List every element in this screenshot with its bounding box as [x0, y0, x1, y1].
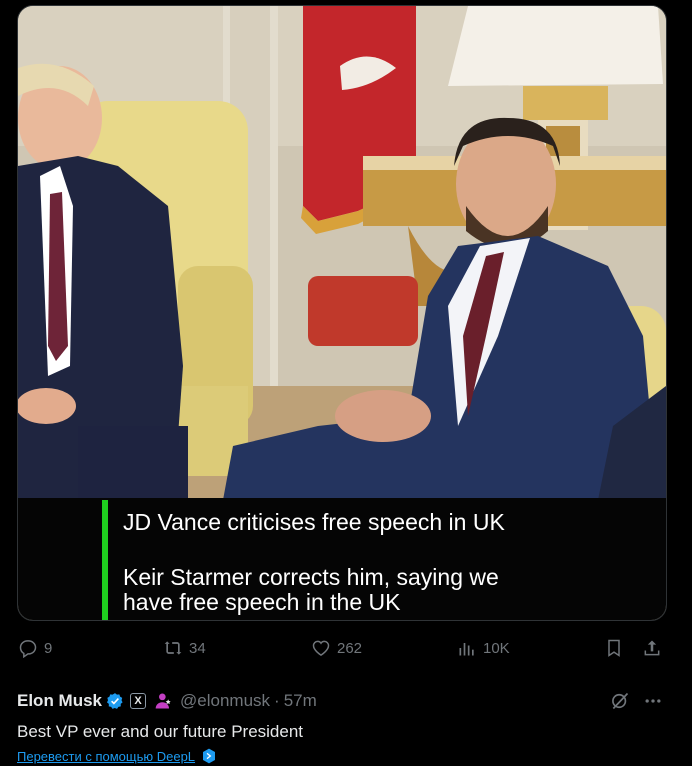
more-icon[interactable] [642, 691, 664, 711]
tweet-text: Best VP ever and our future President [17, 722, 304, 741]
caption-accent-bar [102, 500, 108, 620]
repost-count: 34 [189, 639, 206, 657]
media-video[interactable]: JD Vance criticises free speech in UK Ke… [17, 5, 667, 621]
video-caption-line-1: Keir Starmer corrects him, saying we [123, 564, 499, 590]
views-button[interactable]: 10K [457, 632, 510, 664]
author-handle[interactable]: @elonmusk [180, 691, 270, 711]
like-icon [312, 640, 330, 656]
translate-label: Перевести с помощью DeepL [17, 748, 196, 764]
repost-icon [164, 641, 182, 655]
bookmark-icon [608, 639, 620, 657]
person-icon[interactable] [154, 691, 174, 711]
translate-link[interactable]: Перевести с помощью DeepL [17, 748, 217, 764]
author-name[interactable]: Elon Musk [17, 691, 102, 711]
tweet-author-row: Elon Musk X @elonmusk · 57m [17, 688, 317, 714]
views-icon [459, 643, 474, 656]
like-count: 262 [337, 639, 363, 657]
time-separator: · [274, 691, 280, 710]
deepl-icon [203, 748, 216, 764]
reply-count: 9 [44, 639, 53, 657]
repost-button[interactable]: 34 [163, 632, 206, 664]
share-button[interactable] [642, 632, 662, 664]
bookmark-button[interactable] [604, 632, 624, 664]
tweet-time[interactable]: 57m [284, 691, 317, 711]
video-caption-headline: JD Vance criticises free speech in UK [123, 509, 505, 535]
view-count: 10K [483, 639, 510, 657]
share-icon [644, 640, 660, 656]
affiliate-badge[interactable]: X [130, 693, 147, 709]
verified-icon[interactable] [106, 692, 124, 710]
reply-button[interactable]: 9 [18, 632, 52, 664]
like-button[interactable]: 262 [311, 632, 362, 664]
tweet-actions: 9 34 262 10K [0, 632, 692, 664]
reply-icon [19, 640, 37, 658]
grok-icon[interactable] [610, 691, 630, 711]
video-caption-line-2: have free speech in the UK [123, 589, 401, 615]
